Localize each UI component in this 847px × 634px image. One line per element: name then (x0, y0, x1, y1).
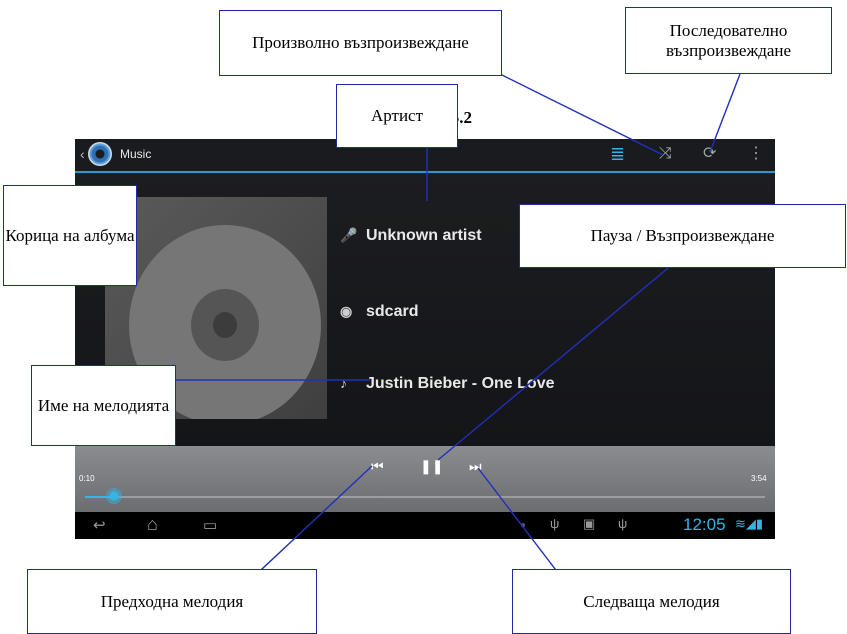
note-icon: ♪ (340, 375, 347, 391)
home-icon[interactable]: ⌂ (147, 514, 158, 535)
album-name: sdcard (366, 303, 419, 320)
seek-handle[interactable] (106, 488, 122, 504)
android-debug-icon: ▣ (583, 516, 596, 531)
callout-next: Следваща мелодия (512, 569, 791, 634)
total-time: 3:54 (751, 474, 767, 483)
status-clock: 12:05 (683, 515, 726, 534)
album-row: ◉ sdcard (340, 303, 418, 321)
callout-shuffle: Произволно възпроизвеждане (219, 10, 502, 76)
elapsed-time: 0:10 (79, 474, 95, 483)
callout-artist: Артист (336, 84, 458, 148)
system-nav-bar: ↩ ⌂ ▭ ● ψ ▣ ψ 12:05 ≋◢▮ (75, 512, 775, 539)
callout-repeat: Последователно възпроизвеждане (625, 7, 832, 74)
playback-controls: 0:10 3:54 ⏮ ❚❚ ⏭ (75, 446, 775, 512)
callout-previous: Предходна мелодия (27, 569, 317, 634)
back-caret-icon[interactable]: ‹ (80, 146, 85, 162)
microphone-icon: 🎤 (340, 227, 358, 243)
shuffle-icon[interactable]: ⤨ (659, 145, 672, 163)
app-title: Music (120, 147, 152, 161)
song-name: Justin Bieber - One Love (366, 375, 555, 392)
playlist-icon[interactable]: ≣ (610, 145, 625, 163)
song-row: ♪ Justin Bieber - One Love (340, 375, 554, 393)
callout-song-name: Име на мелодията (31, 365, 176, 446)
music-player-screen: ‹ Music ≣ ⤨ ⟳ ⋮ 🎤 Unknown artist ◉ sdcard … (75, 139, 775, 539)
repeat-icon[interactable]: ⟳ (703, 145, 716, 163)
back-icon[interactable]: ↩ (93, 516, 106, 534)
previous-button[interactable]: ⏮ (371, 458, 384, 475)
wifi-signal-battery-icon: ≋◢▮ (735, 516, 764, 531)
recents-icon[interactable]: ▭ (203, 516, 217, 534)
usb-storage-icon: ψ (618, 516, 628, 531)
usb-icon: ψ (550, 516, 560, 531)
pause-button[interactable]: ❚❚ (420, 458, 443, 475)
album-icon: ◉ (340, 303, 353, 319)
notification-dot-icon: ● (520, 520, 527, 531)
next-button[interactable]: ⏭ (469, 458, 482, 475)
callout-pause-play: Пауза / Възпроизвеждане (519, 204, 846, 268)
callout-album-cover: Корица на албума (3, 185, 137, 286)
overflow-menu-icon[interactable]: ⋮ (748, 145, 764, 163)
seek-bar[interactable] (85, 496, 765, 498)
music-app-icon[interactable] (88, 142, 112, 166)
artist-row: 🎤 Unknown artist (340, 227, 482, 245)
artist-name: Unknown artist (366, 227, 482, 244)
